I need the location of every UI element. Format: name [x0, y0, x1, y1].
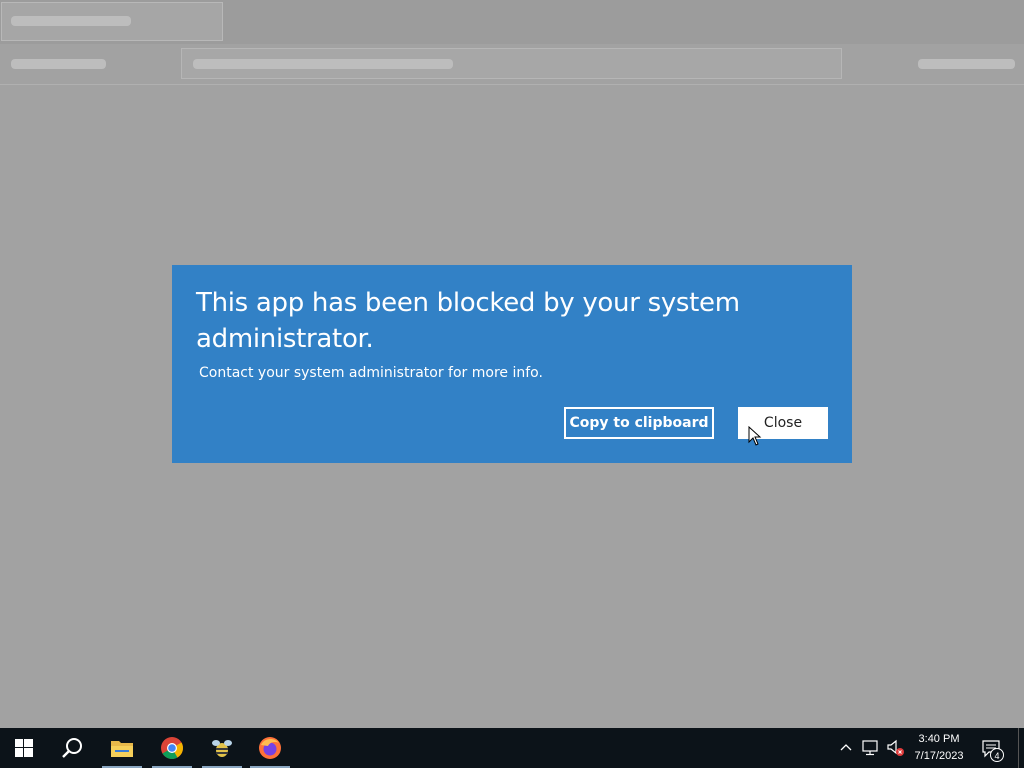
toolbar-skeleton-left [11, 59, 106, 69]
show-desktop-divider[interactable] [1018, 728, 1019, 768]
taskbar: 3:40 PM 7/17/2023 4 [0, 728, 1024, 768]
volume-muted-icon[interactable] [886, 739, 906, 757]
chrome-icon [161, 737, 183, 759]
search-icon [62, 738, 82, 758]
start-button[interactable] [0, 728, 48, 768]
app-toolbar [0, 44, 1024, 85]
file-explorer-button[interactable] [98, 728, 146, 768]
chevron-up-icon[interactable] [840, 742, 852, 752]
tab-skeleton-text [11, 16, 131, 26]
notification-count-badge: 4 [990, 748, 1004, 762]
app-title-bar [0, 0, 1024, 44]
clock-date[interactable]: 7/17/2023 [906, 750, 972, 762]
app-tab-placeholder [1, 2, 223, 41]
toolbar-skeleton-right [918, 59, 1015, 69]
windows-logo-icon [15, 739, 33, 757]
network-icon[interactable] [862, 740, 880, 756]
mouse-cursor-icon [748, 426, 762, 446]
folder-icon [111, 741, 133, 757]
firefox-button[interactable] [246, 728, 294, 768]
search-button[interactable] [48, 728, 96, 768]
dialog-title: This app has been blocked by your system… [196, 288, 740, 354]
search-skeleton-text [193, 59, 453, 69]
bee-app-icon [212, 740, 232, 757]
bee-app-button[interactable] [198, 728, 246, 768]
dialog-message: Contact your system administrator for mo… [199, 365, 543, 381]
chrome-button[interactable] [148, 728, 196, 768]
copy-to-clipboard-button[interactable]: Copy to clipboard [564, 407, 714, 439]
search-bar-placeholder [181, 48, 842, 79]
firefox-icon [259, 737, 281, 759]
clock-time[interactable]: 3:40 PM [906, 733, 972, 745]
